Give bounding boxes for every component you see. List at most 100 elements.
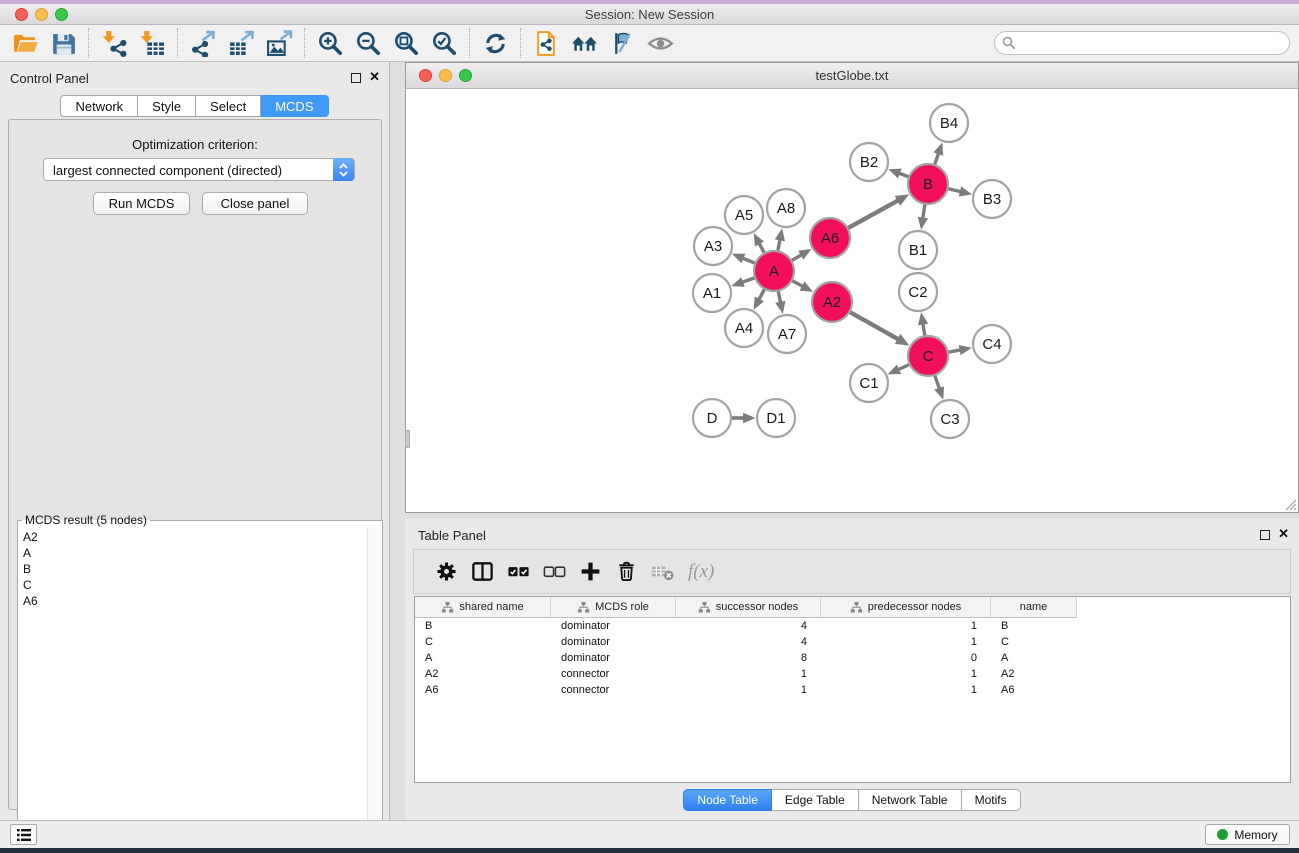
cell-predecessor-nodes[interactable]: 1 [821, 618, 991, 634]
cell-mcds-role[interactable]: dominator [551, 650, 676, 666]
result-item[interactable]: A6 [20, 593, 366, 609]
network-from-selection-icon[interactable] [527, 27, 565, 59]
network-canvas[interactable]: B4B2BB3A8A5A6A3B1AC2A1A2A4A7C4CC1C3DD1 [406, 89, 1298, 512]
table-row[interactable]: Adominator80A [415, 650, 1290, 666]
graph-node-B1[interactable] [899, 231, 937, 269]
graph-node-D1[interactable] [757, 399, 795, 437]
refresh-layout-icon[interactable] [476, 27, 514, 59]
close-panel-button[interactable]: Close panel [202, 192, 308, 215]
resize-grip-icon[interactable] [1283, 497, 1297, 511]
memory-button[interactable]: Memory [1205, 824, 1290, 845]
result-item[interactable]: B [20, 561, 366, 577]
cell-predecessor-nodes[interactable]: 0 [821, 650, 991, 666]
graph-node-A8[interactable] [767, 189, 805, 227]
result-item[interactable]: A2 [20, 529, 366, 545]
graph-node-A1[interactable] [693, 274, 731, 312]
delete-table-icon[interactable] [644, 555, 680, 589]
first-neighbors-icon[interactable] [565, 27, 603, 59]
graph-node-D[interactable] [693, 399, 731, 437]
graph-node-B2[interactable] [850, 143, 888, 181]
column-header-shared-name[interactable]: shared name [415, 597, 551, 618]
result-item[interactable]: A [20, 545, 366, 561]
cell-mcds-role[interactable]: connector [551, 666, 676, 682]
graph-node-B[interactable] [908, 164, 948, 204]
cell-shared-name[interactable]: A2 [415, 666, 551, 682]
import-network-icon[interactable] [95, 27, 133, 59]
cell-successor-nodes[interactable]: 1 [676, 682, 821, 698]
graph-node-A3[interactable] [694, 227, 732, 265]
column-header-mcds-role[interactable]: MCDS role [551, 597, 676, 618]
search-input[interactable] [994, 31, 1290, 55]
export-table-icon[interactable] [222, 27, 260, 59]
task-history-button[interactable] [10, 824, 37, 845]
split-columns-icon[interactable] [464, 555, 500, 589]
export-image-icon[interactable] [260, 27, 298, 59]
cell-predecessor-nodes[interactable]: 1 [821, 682, 991, 698]
add-column-icon[interactable] [572, 555, 608, 589]
cell-shared-name[interactable]: A6 [415, 682, 551, 698]
network-window-titlebar[interactable]: testGlobe.txt [406, 63, 1298, 89]
graph-node-A7[interactable] [768, 315, 806, 353]
cell-predecessor-nodes[interactable]: 1 [821, 634, 991, 650]
cell-predecessor-nodes[interactable]: 1 [821, 666, 991, 682]
cell-shared-name[interactable]: C [415, 634, 551, 650]
open-folder-icon[interactable] [6, 27, 44, 59]
zoom-selected-icon[interactable] [425, 27, 463, 59]
tab-node-table[interactable]: Node Table [683, 789, 772, 811]
cell-mcds-role[interactable]: connector [551, 682, 676, 698]
zoom-in-icon[interactable] [311, 27, 349, 59]
tab-style[interactable]: Style [138, 95, 196, 117]
close-panel-icon[interactable]: ✕ [369, 70, 380, 84]
splitter-handle[interactable] [405, 430, 410, 448]
float-panel-icon[interactable] [351, 73, 361, 83]
graph-node-B4[interactable] [930, 104, 968, 142]
cell-name[interactable]: A [991, 650, 1077, 666]
save-icon[interactable] [44, 27, 82, 59]
tab-network[interactable]: Network [60, 95, 138, 117]
tab-edge-table[interactable]: Edge Table [772, 789, 859, 811]
tab-mcds[interactable]: MCDS [261, 95, 328, 117]
run-mcds-button[interactable]: Run MCDS [93, 192, 190, 215]
column-header-successor-nodes[interactable]: successor nodes [676, 597, 821, 618]
table-row[interactable]: A6connector11A6 [415, 682, 1290, 698]
result-item[interactable]: C [20, 577, 366, 593]
cell-name[interactable]: B [991, 618, 1077, 634]
cell-successor-nodes[interactable]: 1 [676, 666, 821, 682]
cell-name[interactable]: A6 [991, 682, 1077, 698]
cell-shared-name[interactable]: B [415, 618, 551, 634]
column-header-predecessor-nodes[interactable]: predecessor nodes [821, 597, 991, 618]
cell-successor-nodes[interactable]: 8 [676, 650, 821, 666]
graph-node-A5[interactable] [725, 196, 763, 234]
tab-select[interactable]: Select [196, 95, 261, 117]
export-network-icon[interactable] [184, 27, 222, 59]
close-panel-icon[interactable]: ✕ [1278, 527, 1289, 541]
cell-mcds-role[interactable]: dominator [551, 634, 676, 650]
graph-node-C3[interactable] [931, 400, 969, 438]
table-row[interactable]: A2connector11A2 [415, 666, 1290, 682]
criterion-dropdown[interactable]: largest connected component (directed) [43, 158, 355, 181]
tab-motifs[interactable]: Motifs [962, 789, 1021, 811]
birds-eye-icon[interactable] [641, 27, 679, 59]
cell-shared-name[interactable]: A [415, 650, 551, 666]
network-graph[interactable]: B4B2BB3A8A5A6A3B1AC2A1A2A4A7C4CC1C3DD1 [406, 89, 1298, 512]
graph-node-A4[interactable] [725, 309, 763, 347]
deselect-all-checkboxes-icon[interactable] [536, 555, 572, 589]
import-table-icon[interactable] [133, 27, 171, 59]
gear-icon[interactable] [428, 555, 464, 589]
select-all-checkboxes-icon[interactable] [500, 555, 536, 589]
result-scrollbar[interactable] [367, 528, 381, 853]
graphics-details-icon[interactable] [603, 27, 641, 59]
cell-name[interactable]: A2 [991, 666, 1077, 682]
zoom-out-icon[interactable] [349, 27, 387, 59]
table-row[interactable]: Cdominator41C [415, 634, 1290, 650]
graph-node-A2[interactable] [812, 282, 852, 322]
cell-mcds-role[interactable]: dominator [551, 618, 676, 634]
column-header-name[interactable]: name [991, 597, 1077, 618]
zoom-fit-icon[interactable] [387, 27, 425, 59]
delete-columns-icon[interactable] [608, 555, 644, 589]
graph-node-C2[interactable] [899, 273, 937, 311]
graph-node-B3[interactable] [973, 180, 1011, 218]
float-panel-icon[interactable] [1260, 530, 1270, 540]
tab-network-table[interactable]: Network Table [859, 789, 962, 811]
table-row[interactable]: Bdominator41B [415, 618, 1290, 634]
